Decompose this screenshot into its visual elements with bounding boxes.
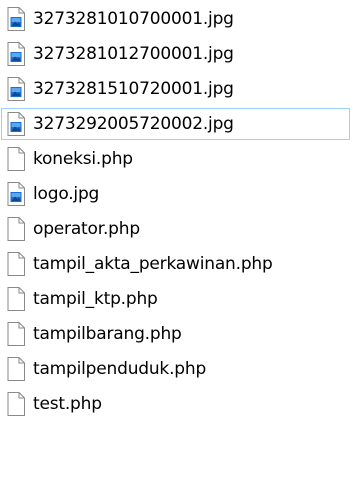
image-file-icon — [5, 41, 27, 67]
image-file-icon — [5, 6, 27, 32]
file-row-2[interactable]: 3273281510720001.jpg — [1, 73, 350, 105]
file-row-3-selected[interactable]: 3273292005720002.jpg — [1, 108, 350, 140]
image-file-icon — [5, 76, 27, 102]
file-name: 3273281010700001.jpg — [33, 8, 234, 29]
blank-file-icon — [5, 216, 27, 242]
blank-file-icon — [5, 146, 27, 172]
file-list: 3273281010700001.jpg 3273281012700001.jp… — [0, 0, 353, 504]
file-row-0[interactable]: 3273281010700001.jpg — [1, 3, 350, 35]
blank-file-icon — [5, 391, 27, 417]
file-name: logo.jpg — [33, 183, 100, 204]
blank-file-icon — [5, 321, 27, 347]
file-row-8[interactable]: tampil_ktp.php — [1, 283, 350, 315]
file-row-11[interactable]: test.php — [1, 388, 350, 420]
file-name: 3273281012700001.jpg — [33, 43, 234, 64]
blank-file-icon — [5, 251, 27, 277]
file-row-10[interactable]: tampilpenduduk.php — [1, 353, 350, 385]
file-row-7[interactable]: tampil_akta_perkawinan.php — [1, 248, 350, 280]
file-row-1[interactable]: 3273281012700001.jpg — [1, 38, 350, 70]
file-name: koneksi.php — [33, 148, 133, 169]
image-file-icon — [5, 111, 27, 137]
file-name: 3273292005720002.jpg — [33, 113, 234, 134]
file-name: tampilpenduduk.php — [33, 358, 207, 379]
file-name: 3273281510720001.jpg — [33, 78, 234, 99]
file-row-9[interactable]: tampilbarang.php — [1, 318, 350, 350]
blank-file-icon — [5, 286, 27, 312]
file-row-6[interactable]: operator.php — [1, 213, 350, 245]
file-name: tampil_akta_perkawinan.php — [33, 253, 273, 274]
file-row-4[interactable]: koneksi.php — [1, 143, 350, 175]
file-row-5[interactable]: logo.jpg — [1, 178, 350, 210]
file-name: test.php — [33, 393, 102, 414]
file-name: operator.php — [33, 218, 140, 239]
file-name: tampilbarang.php — [33, 323, 182, 344]
file-name: tampil_ktp.php — [33, 288, 158, 309]
image-file-icon — [5, 181, 27, 207]
blank-file-icon — [5, 356, 27, 382]
